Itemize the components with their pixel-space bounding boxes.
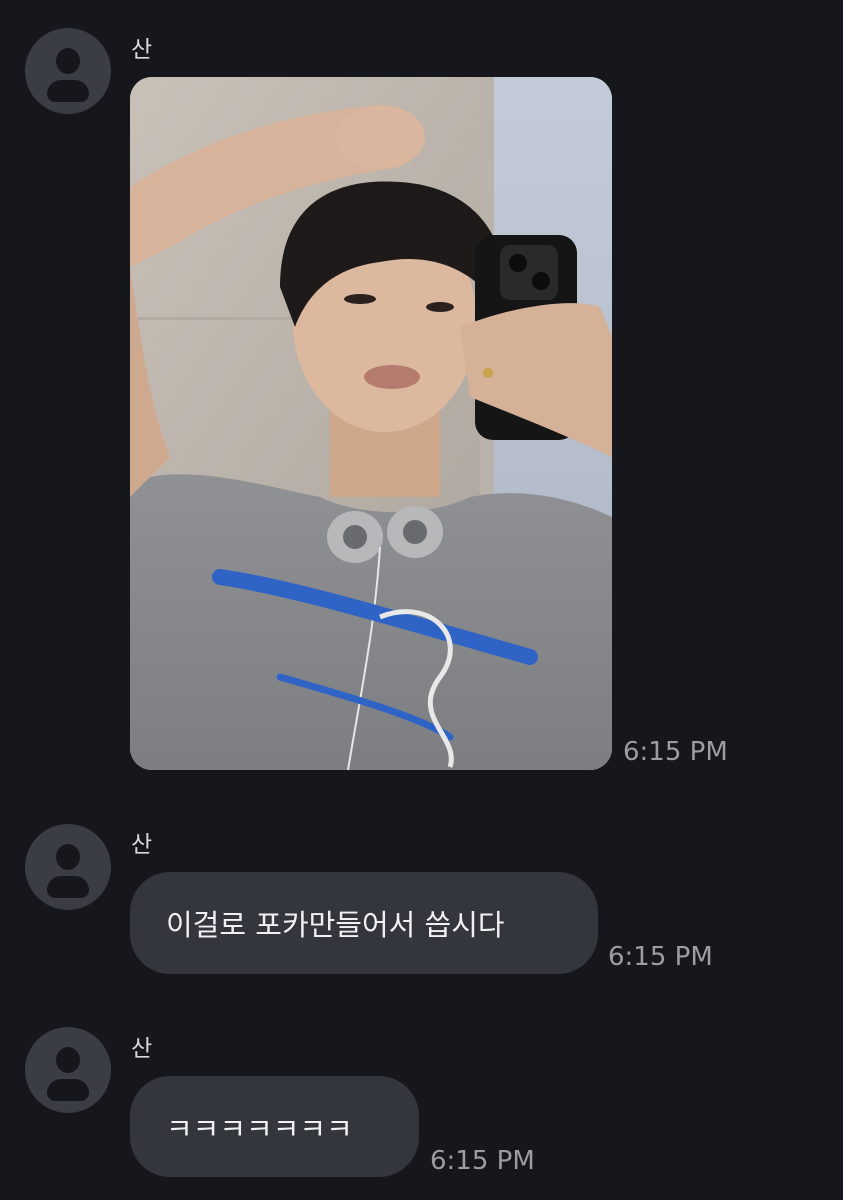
user-avatar-icon[interactable]: [25, 1027, 111, 1113]
user-avatar-icon[interactable]: [25, 28, 111, 114]
sender-name: 산: [131, 1036, 153, 1062]
message-3: 산 ㅋㅋㅋㅋㅋㅋㅋ 6:15 PM: [0, 1000, 843, 1200]
message-bubble[interactable]: ㅋㅋㅋㅋㅋㅋㅋ: [130, 1076, 419, 1177]
message-time: 6:15 PM: [430, 1146, 535, 1176]
user-avatar-icon[interactable]: [25, 824, 111, 910]
message-time: 6:15 PM: [608, 942, 713, 972]
sender-name: 산: [131, 832, 153, 858]
message-time: 6:15 PM: [623, 737, 728, 767]
message-1: 산 6:15 PM: [0, 0, 843, 800]
message-2: 산 이걸로 포카만들어서 씁시다 6:15 PM: [0, 800, 843, 1000]
message-text: ㅋㅋㅋㅋㅋㅋㅋ: [166, 1111, 353, 1146]
message-text: 이걸로 포카만들어서 씁시다: [166, 908, 505, 942]
message-bubble[interactable]: 이걸로 포카만들어서 씁시다: [130, 872, 598, 974]
photo-attachment[interactable]: [130, 77, 612, 770]
sender-name: 산: [131, 37, 153, 63]
